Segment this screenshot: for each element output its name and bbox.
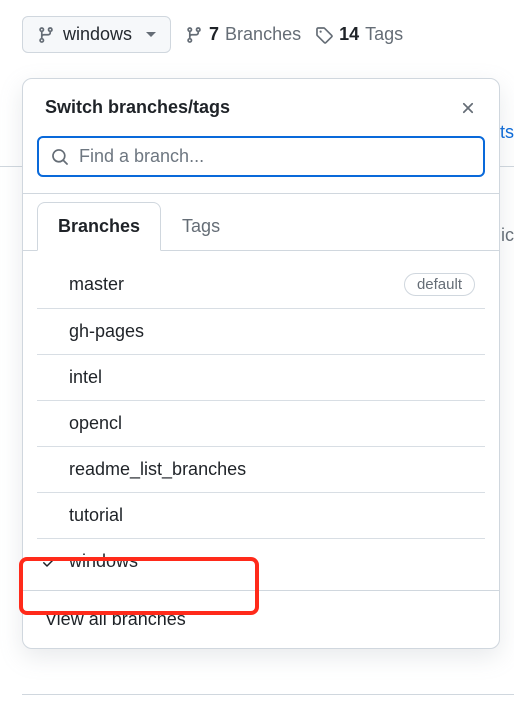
tab-tags[interactable]: Tags	[161, 202, 241, 251]
search-icon	[51, 148, 69, 166]
bg-ic-fragment: ic	[501, 225, 514, 246]
dropdown-title: Switch branches/tags	[45, 97, 230, 118]
branch-name: intel	[69, 367, 102, 388]
tab-branches[interactable]: Branches	[37, 202, 161, 251]
search-wrap	[23, 122, 499, 193]
branch-item-windows[interactable]: windows	[37, 539, 485, 584]
branches-label: Branches	[225, 24, 301, 45]
dropdown-header: Switch branches/tags	[23, 79, 499, 122]
view-all-branches[interactable]: View all branches	[23, 590, 499, 648]
close-button[interactable]	[459, 99, 477, 117]
chevron-down-icon	[146, 32, 156, 37]
branch-item-intel[interactable]: intel	[37, 355, 485, 401]
search-box[interactable]	[37, 136, 485, 177]
bg-divider-2	[22, 694, 514, 695]
branch-item-tutorial[interactable]: tutorial	[37, 493, 485, 539]
branch-name: gh-pages	[69, 321, 144, 342]
tags-link[interactable]: 14 Tags	[315, 24, 403, 45]
search-input[interactable]	[79, 146, 471, 167]
branch-name: master	[69, 274, 124, 295]
tabs: Branches Tags	[23, 193, 499, 251]
branches-link[interactable]: 7 Branches	[185, 24, 301, 45]
close-icon	[459, 99, 477, 117]
branch-name: tutorial	[69, 505, 123, 526]
branches-count: 7	[209, 24, 219, 45]
tags-label: Tags	[365, 24, 403, 45]
branch-icon	[37, 26, 55, 44]
branch-item-readme-list-branches[interactable]: readme_list_branches	[37, 447, 485, 493]
branch-dropdown: Switch branches/tags Branches Tags maste…	[22, 78, 500, 649]
branches-list: master default gh-pages intel opencl rea…	[23, 251, 499, 590]
tags-count: 14	[339, 24, 359, 45]
branch-name: opencl	[69, 413, 122, 434]
branch-selector-label: windows	[63, 24, 132, 45]
branch-name: windows	[69, 551, 138, 572]
check-icon	[41, 554, 57, 570]
branch-item-gh-pages[interactable]: gh-pages	[37, 309, 485, 355]
branch-item-master[interactable]: master default	[37, 261, 485, 309]
top-bar: windows 7 Branches 14 Tags	[0, 0, 514, 53]
bg-commits-fragment: ts	[500, 122, 514, 143]
branch-icon	[185, 26, 203, 44]
branch-name: readme_list_branches	[69, 459, 246, 480]
default-badge: default	[404, 273, 475, 296]
branch-item-opencl[interactable]: opencl	[37, 401, 485, 447]
tag-icon	[315, 26, 333, 44]
branch-selector-button[interactable]: windows	[22, 16, 171, 53]
